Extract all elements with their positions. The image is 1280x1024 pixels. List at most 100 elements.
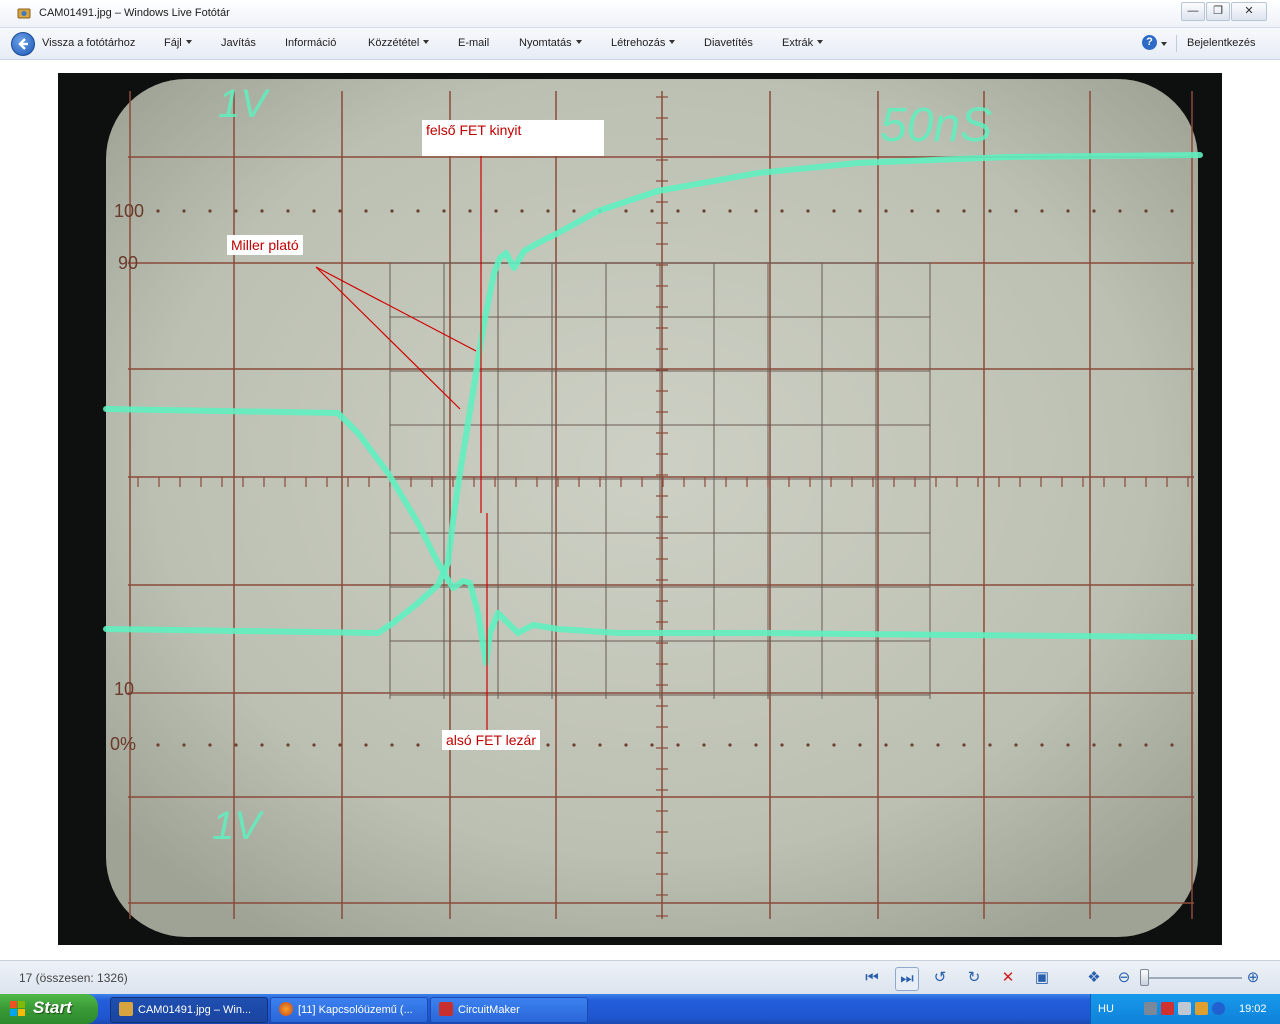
rotate-left-button[interactable]: ↺	[929, 967, 951, 989]
window-title: CAM01491.jpg – Windows Live Fotótár	[39, 7, 230, 19]
percent-dot	[884, 209, 888, 213]
percent-dot	[208, 743, 212, 747]
menu-publish-label: Közzététel	[368, 37, 420, 49]
percent-dot	[1040, 209, 1044, 213]
photo-gallery-icon	[119, 1002, 133, 1016]
minimize-button[interactable]: —	[1181, 2, 1205, 21]
percent-dot	[312, 743, 316, 747]
percent-dot	[754, 209, 758, 213]
percent-dot	[338, 743, 342, 747]
task-circuitmaker[interactable]: CircuitMaker	[430, 997, 588, 1023]
firefox-icon	[279, 1002, 293, 1016]
percent-dot	[260, 743, 264, 747]
percent-dot	[1118, 743, 1122, 747]
chevron-down-icon	[575, 40, 582, 44]
percent-dot	[598, 743, 602, 747]
percent-dot	[1014, 209, 1018, 213]
percent-dot	[1066, 209, 1070, 213]
percent-dot	[468, 209, 472, 213]
percent-dot	[962, 743, 966, 747]
percent-dot	[624, 209, 628, 213]
percent-dot	[676, 743, 680, 747]
percent-dot	[182, 743, 186, 747]
menu-extras[interactable]: Extrák	[782, 37, 824, 49]
sign-in-link[interactable]: Bejelentkezés	[1187, 37, 1256, 49]
zoom-slider-track[interactable]	[1140, 977, 1242, 979]
percent-dot	[156, 209, 160, 213]
zoom-in-icon: ⊕	[1246, 969, 1260, 986]
percent-dot	[1092, 743, 1096, 747]
shield-icon[interactable]	[1178, 1002, 1191, 1015]
back-arrow-icon	[18, 38, 28, 50]
clock: 19:02	[1239, 1003, 1267, 1015]
zoom-slider-thumb[interactable]	[1140, 969, 1149, 986]
menu-email[interactable]: E-mail	[458, 37, 489, 49]
bluetooth-icon[interactable]	[1212, 1002, 1225, 1015]
next-button[interactable]: ⏭	[895, 967, 919, 991]
fit-to-window-button[interactable]: ❖	[1083, 967, 1105, 989]
help-icon[interactable]: ?	[1142, 35, 1157, 50]
close-button[interactable]: ✕	[1231, 2, 1267, 21]
percent-dot	[702, 209, 706, 213]
menu-file[interactable]: Fájl	[164, 37, 192, 49]
slideshow-button[interactable]: ▣	[1031, 967, 1053, 989]
percent-dot	[910, 209, 914, 213]
taskbar: Start CAM01491.jpg – Win... [11] Kapcsol…	[0, 994, 1280, 1024]
rotate-right-button[interactable]: ↻	[963, 967, 985, 989]
language-indicator[interactable]: HU	[1098, 1003, 1114, 1015]
percent-100-label: 100	[114, 201, 144, 221]
crt-screen	[106, 79, 1198, 937]
percent-10-label: 10	[114, 679, 134, 699]
percent-dot	[1170, 743, 1174, 747]
menu-extras-label: Extrák	[782, 37, 814, 49]
menu-create[interactable]: Létrehozás	[611, 37, 676, 49]
task-firefox[interactable]: [11] Kapcsolóüzemű (...	[270, 997, 428, 1023]
delete-icon: ✕	[1001, 969, 1015, 986]
menu-publish[interactable]: Közzététel	[368, 37, 430, 49]
chevron-down-icon	[423, 40, 430, 44]
oscilloscope-photo[interactable]: 1V 50nS 1V 100 90 10 0% felső FET kinyit…	[58, 73, 1222, 945]
chevron-down-icon	[817, 40, 824, 44]
delete-button[interactable]: ✕	[997, 967, 1019, 989]
menu-print[interactable]: Nyomtatás	[519, 37, 582, 49]
maximize-button[interactable]: ❐	[1206, 2, 1230, 21]
percent-dot	[650, 209, 654, 213]
volume-icon[interactable]	[1195, 1002, 1208, 1015]
menu-info[interactable]: Információ	[285, 37, 336, 49]
menu-slideshow[interactable]: Diavetítés	[704, 37, 753, 49]
start-button[interactable]: Start	[0, 994, 98, 1024]
percent-dot	[936, 209, 940, 213]
back-button[interactable]	[11, 32, 35, 56]
percent-dot	[1014, 743, 1018, 747]
percent-dot	[702, 743, 706, 747]
percent-dot	[572, 209, 576, 213]
menu-fix[interactable]: Javítás	[221, 37, 256, 49]
chevron-down-icon	[185, 40, 192, 44]
percent-dot	[910, 743, 914, 747]
ch1-volts-label: 1V	[218, 82, 270, 126]
network-icon[interactable]	[1144, 1002, 1157, 1015]
status-bar: 17 (összesen: 1326) ⏮ ⏭ ↺ ↻ ✕ ▣ ❖ ⊖ ⊕	[0, 960, 1280, 995]
close-icon: ✕	[1244, 5, 1254, 17]
zoom-out-button[interactable]: ⊖	[1116, 967, 1132, 989]
previous-button[interactable]: ⏮	[861, 967, 883, 989]
percent-dot	[858, 743, 862, 747]
percent-dot	[1170, 209, 1174, 213]
back-to-gallery-link[interactable]: Vissza a fotótárhoz	[42, 37, 135, 49]
task-label: [11] Kapcsolóüzemű (...	[298, 1004, 413, 1016]
security-icon[interactable]	[1161, 1002, 1174, 1015]
zoom-in-button[interactable]: ⊕	[1245, 967, 1261, 989]
percent-dot	[806, 743, 810, 747]
percent-dot	[338, 209, 342, 213]
chevron-down-icon[interactable]	[1161, 42, 1167, 46]
slideshow-icon: ▣	[1034, 969, 1050, 986]
percent-dot	[1066, 743, 1070, 747]
percent-dot	[364, 209, 368, 213]
task-photo-gallery[interactable]: CAM01491.jpg – Win...	[110, 997, 268, 1023]
percent-dot	[728, 209, 732, 213]
annotation-lower-fet: alsó FET lezár	[442, 730, 540, 750]
percent-dot	[286, 743, 290, 747]
task-label: CAM01491.jpg – Win...	[138, 1004, 252, 1016]
annotation-upper-fet: felső FET kinyit	[422, 120, 604, 156]
percent-dot	[260, 209, 264, 213]
